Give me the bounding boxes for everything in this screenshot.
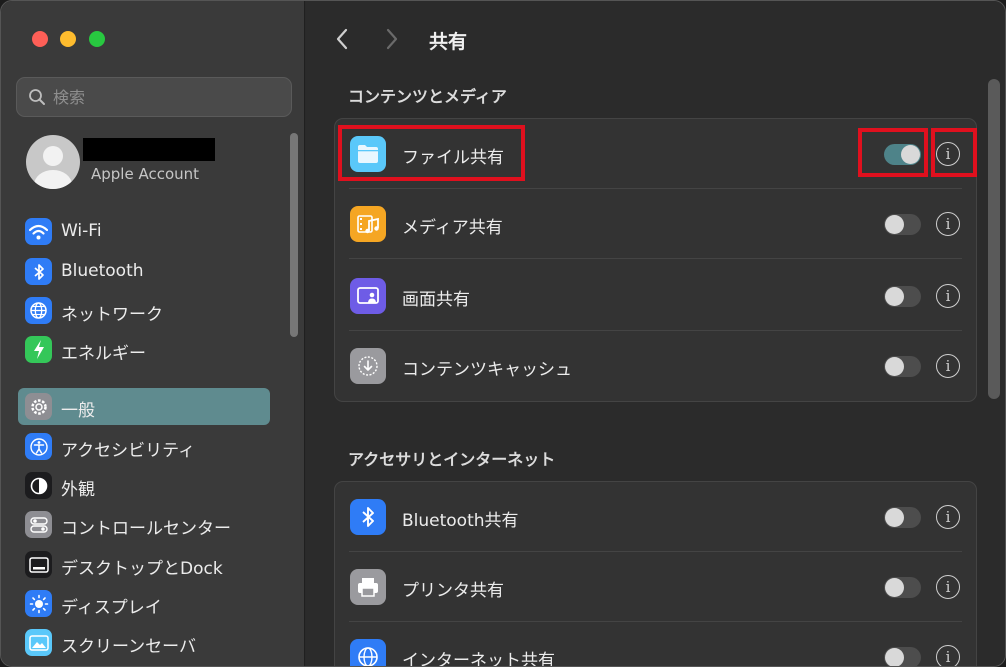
bolt-icon — [25, 336, 52, 363]
sidebar-item-label: ディスプレイ — [61, 598, 162, 618]
account-label: Apple Account — [91, 165, 200, 183]
sidebar-item-wifi[interactable]: Wi-Fi — [18, 213, 270, 250]
content-caching-toggle[interactable] — [884, 356, 921, 377]
sidebar-item-label: エネルギー — [61, 344, 146, 364]
file-sharing-toggle[interactable] — [884, 144, 921, 165]
sidebar-item-label: アクセシビリティ — [61, 441, 196, 461]
row-label: 画面共有 — [402, 290, 470, 310]
sidebar-item-label: 外観 — [61, 480, 95, 500]
accessories-internet-card: Bluetooth共有 i プリンタ共有 i インターネット共有 i — [334, 481, 977, 667]
list-item-screen-sharing[interactable]: 画面共有 i — [335, 261, 976, 331]
printer-sharing-toggle[interactable] — [884, 577, 921, 598]
search-icon — [29, 89, 45, 105]
sidebar-item-label: ネットワーク — [61, 305, 163, 325]
sidebar-item-appearance[interactable]: 外観 — [18, 467, 270, 504]
info-icon[interactable]: i — [936, 284, 960, 308]
list-item-printer-sharing[interactable]: プリンタ共有 i — [335, 552, 976, 622]
media-icon — [350, 206, 386, 242]
back-button[interactable] — [334, 27, 350, 51]
bluetooth-icon — [25, 258, 52, 285]
dock-icon — [25, 551, 52, 578]
screen-share-icon — [350, 278, 386, 314]
appearance-icon — [25, 472, 52, 499]
info-icon[interactable]: i — [936, 575, 960, 599]
screen-sharing-toggle[interactable] — [884, 286, 921, 307]
info-icon[interactable]: i — [936, 354, 960, 378]
download-icon — [350, 348, 386, 384]
list-item-content-caching[interactable]: コンテンツキャッシュ i — [335, 331, 976, 401]
sidebar-item-displays[interactable]: ディスプレイ — [18, 585, 270, 622]
sidebar-item-bluetooth[interactable]: Bluetooth — [18, 253, 270, 290]
list-item-file-sharing[interactable]: ファイル共有 i — [335, 119, 976, 189]
sidebar-item-label: 一般 — [61, 401, 95, 421]
row-label: メディア共有 — [402, 218, 503, 238]
sidebar-item-label: コントロールセンター — [61, 519, 231, 539]
content-media-card: ファイル共有 i メディア共有 i 画面共有 i コンテンツキャッシュ i — [334, 118, 977, 402]
list-item-internet-sharing[interactable]: インターネット共有 i — [335, 622, 976, 667]
media-sharing-toggle[interactable] — [884, 214, 921, 235]
sidebar-item-label: デスクトップとDock — [61, 559, 223, 579]
globe-icon — [350, 639, 386, 666]
sidebar-item-general[interactable]: 一般 — [18, 388, 270, 425]
sidebar-item-label: Bluetooth — [61, 261, 144, 281]
internet-sharing-toggle[interactable] — [884, 647, 921, 666]
sidebar: Apple Account Wi-Fi Bluetooth ネットワーク — [1, 1, 305, 666]
display-brightness-icon — [25, 590, 52, 617]
screensaver-icon — [25, 629, 52, 656]
sidebar-item-energy[interactable]: エネルギー — [18, 331, 270, 368]
settings-window: Apple Account Wi-Fi Bluetooth ネットワーク — [0, 0, 1006, 667]
search-input[interactable] — [53, 84, 283, 110]
info-icon[interactable]: i — [936, 645, 960, 666]
minimize-window-button[interactable] — [60, 31, 76, 47]
main-pane: 共有 コンテンツとメディア ファイル共有 i メディア共有 i 画面共有 i コ… — [306, 1, 1005, 667]
printer-icon — [350, 569, 386, 605]
bluetooth-sharing-toggle[interactable] — [884, 507, 921, 528]
apple-account-item[interactable]: Apple Account — [23, 131, 283, 193]
sidebar-item-screensaver[interactable]: スクリーンセーバ — [18, 624, 270, 661]
row-label: Bluetooth共有 — [402, 511, 519, 531]
avatar — [26, 135, 80, 189]
info-icon[interactable]: i — [936, 142, 960, 166]
folder-icon — [350, 136, 386, 172]
section-title-accessories-internet: アクセサリとインターネット — [348, 450, 556, 469]
account-name-redacted — [83, 138, 215, 161]
sidebar-item-label: Wi-Fi — [61, 221, 102, 241]
row-label: プリンタ共有 — [402, 581, 504, 601]
sidebar-item-network[interactable]: ネットワーク — [18, 292, 270, 329]
sidebar-item-label: スクリーンセーバ — [61, 637, 196, 657]
sidebar-item-desktop-dock[interactable]: デスクトップとDock — [18, 546, 270, 583]
close-window-button[interactable] — [32, 31, 48, 47]
list-item-bluetooth-sharing[interactable]: Bluetooth共有 i — [335, 482, 976, 552]
bluetooth-icon — [350, 499, 386, 535]
sidebar-item-accessibility[interactable]: アクセシビリティ — [18, 428, 270, 465]
row-label: コンテンツキャッシュ — [402, 360, 572, 380]
row-label: ファイル共有 — [402, 148, 504, 168]
zoom-window-button[interactable] — [89, 31, 105, 47]
sidebar-scrollbar[interactable] — [290, 133, 298, 337]
page-title: 共有 — [429, 31, 468, 53]
info-icon[interactable]: i — [936, 212, 960, 236]
search-field[interactable] — [16, 77, 292, 117]
list-item-media-sharing[interactable]: メディア共有 i — [335, 189, 976, 259]
info-icon[interactable]: i — [936, 505, 960, 529]
wifi-icon — [25, 218, 52, 245]
main-scrollbar[interactable] — [988, 79, 1000, 399]
forward-button[interactable] — [384, 27, 400, 51]
sidebar-item-control-center[interactable]: コントロールセンター — [18, 506, 270, 543]
accessibility-icon — [25, 433, 52, 460]
control-center-icon — [25, 511, 52, 538]
row-label: インターネット共有 — [402, 651, 555, 667]
globe-icon — [25, 297, 52, 324]
section-title-content-media: コンテンツとメディア — [348, 87, 507, 106]
gear-icon — [25, 393, 52, 420]
